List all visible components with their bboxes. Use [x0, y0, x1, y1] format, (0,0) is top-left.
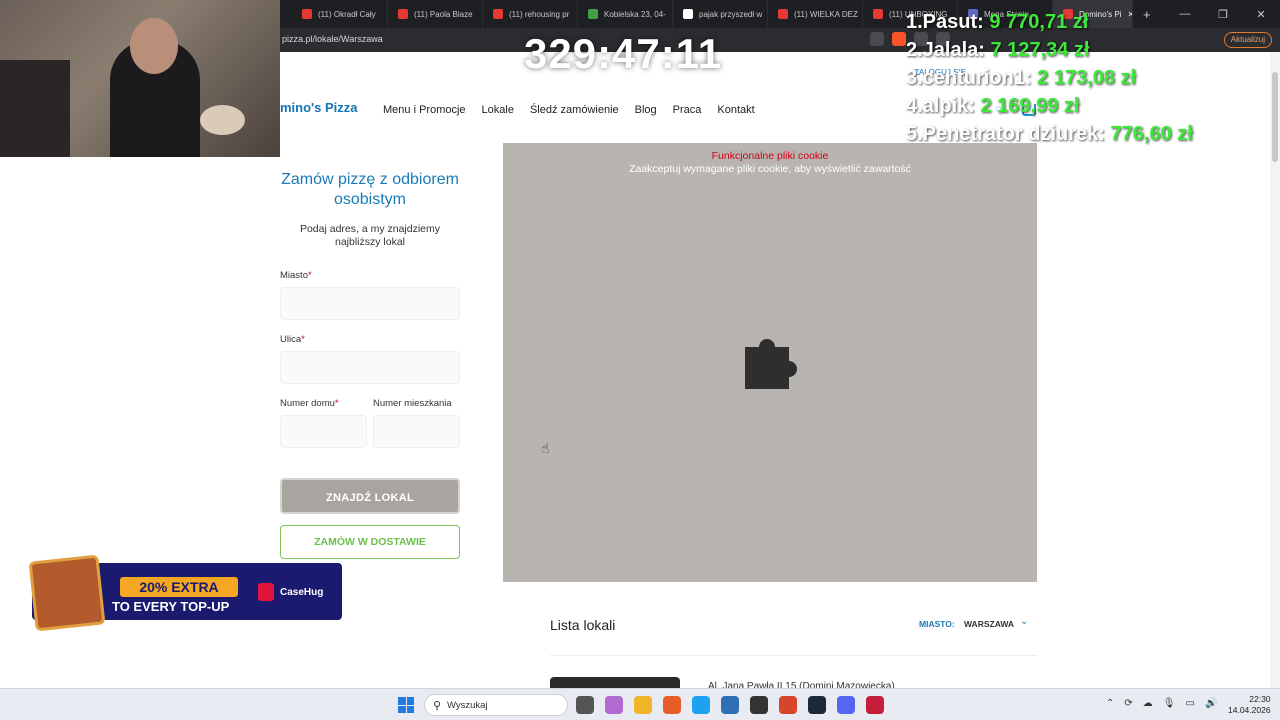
discord-icon[interactable]: [837, 696, 855, 714]
browser-tab[interactable]: Kobielska 23, 04-: [578, 0, 673, 28]
chrome-icon[interactable]: [692, 696, 710, 714]
brave-active-icon[interactable]: [779, 696, 797, 714]
form-title: Zamów pizzę z odbiorem osobistym: [281, 171, 459, 208]
scrollbar-thumb[interactable]: [1272, 72, 1278, 162]
task-view-icon[interactable]: [576, 696, 594, 714]
donation-leaderboard: 1.Pasut: 9 770,71 zł 2.Jalala: 7 127,34 …: [906, 8, 1193, 148]
app-icon[interactable]: [866, 696, 884, 714]
sync-icon[interactable]: ⟳: [1124, 698, 1132, 709]
leaderboard-row: 2.Jalala: 7 127,34 zł: [906, 39, 1090, 61]
clock-date: 14.04.2026: [1228, 705, 1271, 715]
street-label: Ulica*: [280, 334, 305, 345]
dominos-logo[interactable]: mino's Pizza: [280, 100, 358, 115]
cloud-icon[interactable]: ☁: [1143, 698, 1153, 709]
youtube-icon: [778, 9, 788, 19]
webcam-chair: [0, 60, 70, 157]
cookie-notice-title: Funkcjonalne pliki cookie: [711, 150, 829, 162]
browser-tab[interactable]: (11) WIELKA DEZ: [768, 0, 863, 28]
browser-tab[interactable]: (11) Okradł Cały: [292, 0, 388, 28]
steam-icon[interactable]: [808, 696, 826, 714]
mic-icon[interactable]: 🎙: [1163, 698, 1176, 709]
leaderboard-row: 1.Pasut: 9 770,71 zł: [906, 11, 1089, 33]
nav-lokale[interactable]: Lokale: [482, 104, 514, 116]
volume-icon[interactable]: 🔊: [1205, 698, 1217, 709]
nav-menu-promocje[interactable]: Menu i Promocje: [383, 104, 466, 116]
app-icon[interactable]: [750, 696, 768, 714]
order-delivery-button[interactable]: ZAMÓW W DOSTAWIE: [280, 525, 460, 559]
search-placeholder: Wyszukaj: [447, 700, 488, 711]
search-icon: ⚲: [433, 700, 442, 712]
ad-brand: CaseHug: [280, 587, 324, 598]
taskbar-search[interactable]: ⚲ Wyszukaj: [424, 694, 568, 716]
brave-icon[interactable]: [663, 696, 681, 714]
pickup-form: Zamów pizzę z odbiorem osobistym Podaj a…: [280, 170, 460, 249]
close-window-button[interactable]: ✕: [1242, 8, 1280, 21]
puzzle-icon: [745, 339, 797, 389]
city-filter-label: MIASTO:: [919, 619, 955, 629]
apartment-number-field[interactable]: [373, 415, 460, 448]
update-button[interactable]: Aktualizuj: [1223, 32, 1272, 48]
city-filter-value[interactable]: WARSZAWA: [964, 619, 1014, 629]
chevron-up-icon[interactable]: ⌃: [1106, 698, 1114, 709]
house-number-field[interactable]: [280, 415, 367, 448]
windows-start-icon[interactable]: [398, 697, 414, 713]
store-list-title: Lista lokali: [550, 617, 616, 633]
leaderboard-row: 5.Penetrator dziurek: 776,60 zł: [906, 123, 1193, 145]
house-number-label: Numer domu*: [280, 398, 339, 409]
ad-badge: 20% EXTRA: [120, 577, 238, 597]
treasure-chest-icon: [28, 554, 106, 632]
city-field[interactable]: [280, 287, 460, 320]
youtube-icon: [398, 9, 408, 19]
file-explorer-icon[interactable]: [634, 696, 652, 714]
brave-shield-icon[interactable]: [892, 32, 906, 46]
clock-time: 22:30: [1249, 694, 1271, 704]
nav-kontakt[interactable]: Kontakt: [717, 104, 754, 116]
leaderboard-row: 4.alpik: 2 169,99 zł: [906, 95, 1080, 117]
divider: [550, 655, 1037, 656]
webcam-overlay: [0, 0, 280, 157]
webcam-dog: [200, 105, 245, 135]
nav-blog[interactable]: Blog: [635, 104, 657, 116]
store-thumbnail[interactable]: [550, 677, 680, 688]
taskbar-apps: [576, 696, 884, 714]
cookie-notice-message: Zaakceptuj wymagane pliki cookie, aby wy…: [629, 163, 911, 175]
street-field[interactable]: [280, 351, 460, 384]
apartment-number-label: Numer mieszkania: [373, 398, 452, 409]
map-placeholder: Funkcjonalne pliki cookie Zaakceptuj wym…: [503, 143, 1037, 582]
casehug-logo-icon: [258, 583, 274, 601]
browser-tab[interactable]: (11) rehousing pr: [483, 0, 578, 28]
page-scrollbar[interactable]: [1270, 52, 1280, 688]
copilot-icon[interactable]: [605, 696, 623, 714]
city-label: Miasto*: [280, 270, 312, 281]
youtube-icon: [873, 9, 883, 19]
nav-praca[interactable]: Praca: [673, 104, 702, 116]
hand-cursor-icon: ☝: [541, 440, 550, 456]
form-subtitle: Podaj adres, a my znajdziemy najbliższy …: [299, 223, 441, 248]
maps-pin-icon: [588, 9, 598, 19]
store-icon[interactable]: [721, 696, 739, 714]
youtube-icon: [302, 9, 312, 19]
google-icon: [683, 9, 693, 19]
youtube-icon: [493, 9, 503, 19]
main-nav: Menu i Promocje Lokale Śledź zamówienie …: [383, 104, 755, 116]
clock[interactable]: 22:30 14.04.2026: [1228, 694, 1271, 716]
chevron-down-icon[interactable]: ⌄: [1020, 616, 1028, 627]
system-tray: ⌃ ⟳ ☁ 🎙 ▭ 🔊: [1106, 698, 1217, 709]
stream-timer: 329:47:11: [524, 30, 723, 77]
maximize-button[interactable]: ❐: [1204, 8, 1242, 21]
leaderboard-row: 3.centurion1: 2 173,08 zł: [906, 67, 1137, 89]
find-store-button[interactable]: ZNAJDŹ LOKAL: [280, 478, 460, 514]
browser-tab[interactable]: (11) Paola Blaze: [388, 0, 483, 28]
browser-tab[interactable]: pajak przyszedł w: [673, 0, 768, 28]
ad-tagline: TO EVERY TOP-UP: [112, 599, 230, 614]
share-icon[interactable]: [870, 32, 884, 46]
url-field[interactable]: pizza.pl/lokale/Warszawa: [282, 34, 383, 44]
nav-sledz-zamowienie[interactable]: Śledź zamówienie: [530, 104, 619, 116]
webcam-head: [130, 18, 178, 74]
display-icon[interactable]: ▭: [1185, 698, 1194, 709]
windows-taskbar: ⚲ Wyszukaj ⌃ ⟳ ☁ 🎙 ▭ 🔊 22:30 14.04.2026: [0, 688, 1280, 720]
